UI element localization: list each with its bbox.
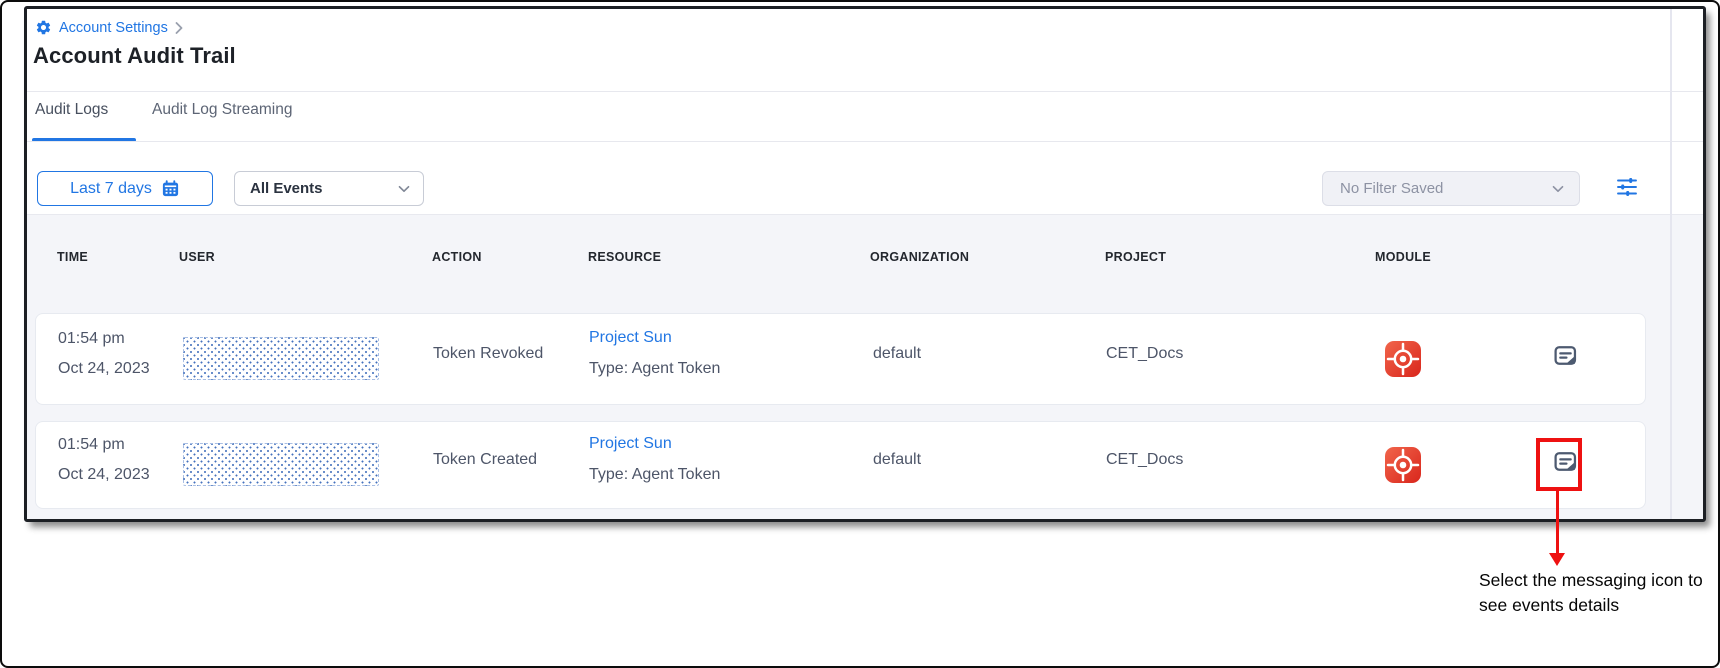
- redacted-user: [183, 337, 379, 380]
- column-header-resource: RESOURCE: [588, 250, 661, 264]
- column-header-module: MODULE: [1375, 250, 1431, 264]
- organization-value: default: [873, 345, 921, 363]
- breadcrumb[interactable]: Account Settings: [35, 19, 183, 36]
- scrollbar-track[interactable]: [1670, 9, 1672, 519]
- event-time: 01:54 pm: [58, 330, 125, 348]
- column-header-user: USER: [179, 250, 215, 264]
- organization-value: default: [873, 451, 921, 469]
- annotation-text: Select the messaging icon to see events …: [1479, 568, 1711, 618]
- header-divider: [27, 91, 1703, 92]
- event-time: 01:54 pm: [58, 436, 125, 454]
- chevron-right-icon: [175, 22, 183, 34]
- event-type-value: All Events: [250, 180, 323, 197]
- event-date: Oct 24, 2023: [58, 360, 150, 378]
- message-icon[interactable]: [1552, 343, 1579, 370]
- target-icon: [1385, 341, 1421, 377]
- column-header-project: PROJECT: [1105, 250, 1166, 264]
- event-action: Token Revoked: [433, 345, 543, 363]
- app-window: Account Settings Account Audit Trail Aud…: [24, 6, 1706, 522]
- breadcrumb-link[interactable]: Account Settings: [59, 20, 168, 36]
- screenshot-frame: Account Settings Account Audit Trail Aud…: [0, 0, 1720, 668]
- tabs-divider: [27, 141, 1703, 142]
- column-header-time: TIME: [57, 250, 88, 264]
- target-icon: [1385, 447, 1421, 483]
- event-type-dropdown[interactable]: All Events: [234, 171, 424, 206]
- event-action: Token Created: [433, 451, 537, 469]
- saved-filter-value: No Filter Saved: [1340, 180, 1443, 197]
- advanced-filters-button[interactable]: [1615, 175, 1641, 201]
- resource-link[interactable]: Project Sun: [589, 329, 672, 347]
- project-value: CET_Docs: [1106, 345, 1183, 363]
- event-date: Oct 24, 2023: [58, 466, 150, 484]
- calendar-icon: [161, 179, 180, 198]
- chevron-down-icon: [1552, 185, 1564, 193]
- tab-audit-logs[interactable]: Audit Logs: [35, 101, 108, 119]
- chevron-down-icon: [398, 185, 410, 193]
- highlight-box: [1536, 438, 1582, 491]
- table-row: 01:54 pm Oct 24, 2023 Token Created Proj…: [35, 421, 1646, 509]
- resource-link[interactable]: Project Sun: [589, 435, 672, 453]
- project-value: CET_Docs: [1106, 451, 1183, 469]
- date-range-label: Last 7 days: [70, 180, 152, 198]
- date-range-button[interactable]: Last 7 days: [37, 171, 213, 206]
- annotation-arrow: [1556, 491, 1559, 554]
- resource-type: Type: Agent Token: [589, 360, 720, 378]
- column-header-action: ACTION: [432, 250, 482, 264]
- tab-audit-log-streaming[interactable]: Audit Log Streaming: [152, 101, 292, 119]
- resource-type: Type: Agent Token: [589, 466, 720, 484]
- column-header-organization: ORGANIZATION: [870, 250, 969, 264]
- gear-icon: [35, 19, 52, 36]
- table-row: 01:54 pm Oct 24, 2023 Token Revoked Proj…: [35, 313, 1646, 405]
- redacted-user: [183, 443, 379, 486]
- saved-filter-dropdown[interactable]: No Filter Saved: [1322, 171, 1580, 206]
- annotation-arrowhead-icon: [1549, 553, 1565, 566]
- page-title: Account Audit Trail: [33, 43, 236, 69]
- sliders-icon: [1615, 175, 1641, 199]
